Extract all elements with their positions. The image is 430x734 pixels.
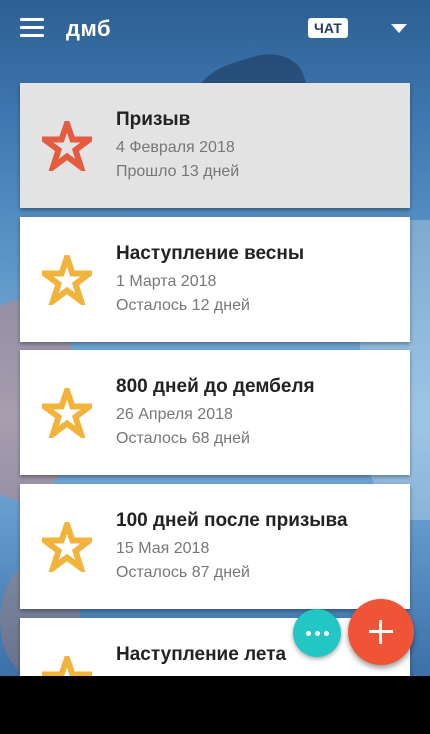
event-card[interactable]: Призыв 4 Февраля 2018 Прошло 13 дней xyxy=(20,83,410,208)
event-card[interactable]: 100 дней после призыва 15 Мая 2018 Остал… xyxy=(20,484,410,609)
plus-icon[interactable] xyxy=(348,599,414,665)
chat-button[interactable]: ЧАТ xyxy=(308,18,348,38)
event-status: Прошло 13 дней xyxy=(116,163,240,180)
app-bar: дмб ЧАТ xyxy=(0,0,430,60)
chevron-down-icon[interactable] xyxy=(391,24,407,33)
event-status: Осталось 68 дней xyxy=(116,430,250,447)
star-icon xyxy=(35,649,99,676)
event-status: Осталось 87 дней xyxy=(116,564,250,581)
more-dots-icon[interactable] xyxy=(293,609,341,657)
event-card[interactable]: 800 дней до дембеля 26 Апреля 2018 Остал… xyxy=(20,350,410,475)
event-title: 800 дней до дембеля xyxy=(116,376,315,397)
app-screen: дмб ЧАТ Призыв 4 Февраля 2018 Прошло 13 … xyxy=(0,0,430,676)
hamburger-menu-icon[interactable] xyxy=(20,18,44,40)
event-date: 15 Мая 2018 xyxy=(116,540,210,557)
star-icon xyxy=(35,515,99,577)
event-title: 100 дней после призыва xyxy=(116,510,348,531)
event-title: Наступление лета xyxy=(116,644,287,665)
star-icon xyxy=(35,248,99,310)
star-icon xyxy=(35,381,99,443)
event-status: Осталось 12 дней xyxy=(116,297,250,314)
event-card[interactable]: Наступление весны 1 Марта 2018 Осталось … xyxy=(20,217,410,342)
star-icon xyxy=(35,114,99,176)
system-nav-bar xyxy=(0,676,430,734)
event-date: 4 Февраля 2018 xyxy=(116,139,235,156)
event-date: 26 Апреля 2018 xyxy=(116,406,233,423)
app-title: дмб xyxy=(66,16,112,41)
event-date: 1 Марта 2018 xyxy=(116,273,217,290)
event-title: Призыв xyxy=(116,109,191,130)
event-title: Наступление весны xyxy=(116,243,305,264)
